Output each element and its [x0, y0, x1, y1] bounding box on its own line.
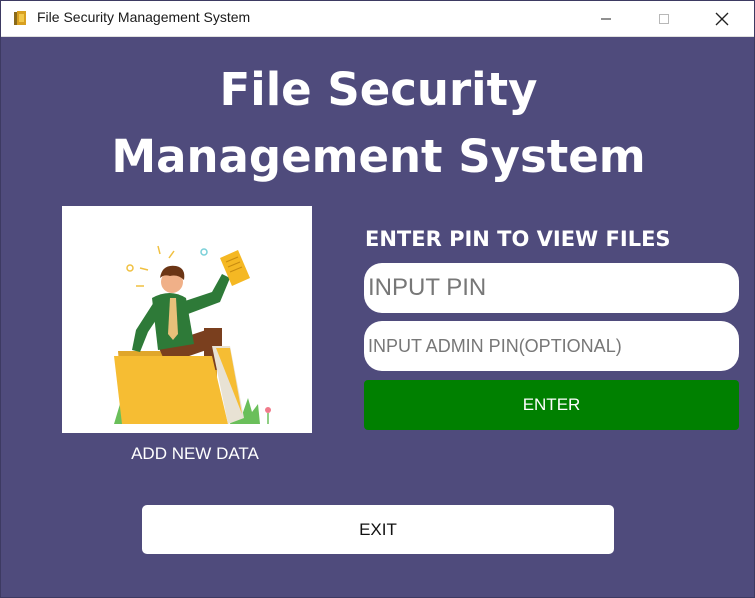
page-title-line-1: File Security [219, 63, 538, 116]
close-button[interactable] [693, 1, 751, 36]
person-on-folder-illustration [114, 245, 271, 424]
maximize-icon [659, 13, 669, 24]
pin-prompt-label: ENTER PIN TO VIEW FILES [365, 227, 671, 251]
pin-input[interactable] [364, 263, 739, 313]
folder-icon [14, 11, 26, 25]
exit-button[interactable]: EXIT [142, 505, 614, 554]
maximize-button[interactable] [635, 1, 693, 36]
enter-button[interactable]: ENTER [364, 380, 739, 430]
minimize-icon [601, 18, 611, 19]
page-title-line-2: Management System [111, 130, 646, 183]
page-title: File Security Management System [1, 56, 755, 190]
add-new-data-link[interactable]: ADD NEW DATA [62, 444, 328, 464]
app-window: File Security Management System File Sec… [0, 0, 755, 598]
close-icon [715, 12, 729, 25]
window-title: File Security Management System [37, 9, 251, 25]
minimize-button[interactable] [577, 1, 635, 36]
illustration-image [62, 206, 312, 433]
title-bar[interactable]: File Security Management System [1, 1, 754, 37]
admin-pin-input[interactable] [364, 321, 739, 371]
